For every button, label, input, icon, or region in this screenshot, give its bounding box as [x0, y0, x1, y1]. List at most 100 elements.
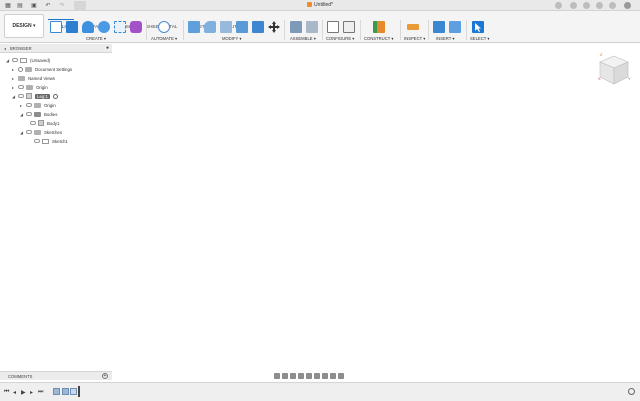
go-to-start-icon[interactable]: ⏮	[4, 389, 9, 396]
inspect-menu[interactable]: INSPECT ▾	[404, 36, 425, 41]
loft-icon[interactable]	[114, 21, 126, 33]
parameters-icon[interactable]	[327, 21, 339, 33]
extrude-icon[interactable]	[66, 21, 78, 33]
body-notch-top[interactable]	[178, 285, 193, 297]
tree-item-leg-component[interactable]: ◢ Leg:1	[12, 92, 58, 100]
measure-icon[interactable]	[407, 24, 419, 30]
timeline-component-feature[interactable]	[70, 388, 77, 395]
move-icon[interactable]	[268, 21, 280, 33]
configure-menu[interactable]: CONFIGURE ▾	[326, 36, 354, 41]
body-front-edge[interactable]	[178, 342, 186, 371]
sweep-icon[interactable]	[98, 21, 110, 33]
expand-triangle-icon[interactable]: ▸	[12, 67, 16, 72]
tree-item-label: Origin	[36, 84, 48, 90]
activate-component-radio[interactable]	[53, 93, 58, 99]
tree-item-named-views[interactable]: ▸ Named Views	[12, 74, 55, 82]
create-menu[interactable]: CREATE ▾	[86, 36, 106, 41]
collapse-browser-icon[interactable]: ◂	[4, 46, 8, 51]
tree-item-root[interactable]: ◢ (Unsaved)	[6, 56, 50, 64]
expand-triangle-icon[interactable]: ▸	[12, 76, 16, 81]
fillet-icon[interactable]	[204, 21, 216, 33]
account-avatar[interactable]	[624, 2, 631, 9]
collapse-triangle-icon[interactable]: ◢	[20, 112, 24, 117]
extensions-icon[interactable]	[570, 2, 577, 9]
new-component-icon[interactable]	[50, 21, 62, 33]
insert-image-icon[interactable]	[449, 21, 461, 33]
joint-icon[interactable]	[290, 21, 302, 33]
shell-icon[interactable]	[236, 21, 248, 33]
tree-item-sketches[interactable]: ◢ Sketches	[20, 128, 62, 136]
collapse-triangle-icon[interactable]: ◢	[20, 130, 24, 135]
separator	[360, 20, 361, 40]
tree-item-origin[interactable]: ▸ Origin	[12, 83, 48, 91]
insert-derive-icon[interactable]	[433, 21, 445, 33]
zoom-icon[interactable]	[298, 372, 304, 379]
body-notch-edge[interactable]	[178, 292, 186, 344]
step-forward-icon[interactable]: ▸	[30, 389, 33, 396]
fit-icon[interactable]	[306, 372, 312, 379]
offset-plane-icon[interactable]	[373, 21, 385, 33]
view-cube-icon[interactable]	[598, 52, 630, 86]
look-at-icon[interactable]	[282, 372, 288, 379]
chamfer-icon[interactable]	[220, 21, 232, 33]
step-back-icon[interactable]: ◂	[13, 389, 16, 396]
grid-settings-icon[interactable]	[322, 372, 328, 379]
pan-icon[interactable]	[290, 372, 296, 379]
timeline-marker[interactable]	[78, 386, 80, 397]
form-icon[interactable]	[130, 21, 142, 33]
select-menu[interactable]: SELECT ▾	[470, 36, 489, 41]
view-cube[interactable]	[598, 52, 630, 86]
select-icon[interactable]	[472, 21, 484, 33]
environment-icon[interactable]	[338, 372, 344, 379]
visibility-eye-icon[interactable]	[26, 103, 32, 107]
visibility-eye-icon[interactable]	[34, 139, 40, 143]
visibility-eye-icon[interactable]	[26, 112, 32, 116]
tree-item-document-settings[interactable]: ▸ Document Settings	[12, 65, 72, 73]
orbit-icon[interactable]	[274, 372, 280, 379]
visibility-eye-icon[interactable]	[12, 58, 18, 62]
expand-triangle-icon[interactable]: ▸	[20, 103, 24, 108]
insert-menu[interactable]: INSERT ▾	[436, 36, 454, 41]
visibility-eye-icon[interactable]	[26, 130, 32, 134]
display-settings-icon[interactable]	[314, 372, 320, 379]
visibility-eye-icon[interactable]	[18, 94, 24, 98]
revolve-icon[interactable]	[82, 21, 94, 33]
modify-menu[interactable]: MODIFY ▾	[222, 36, 241, 41]
tree-item-sketch1[interactable]: Sketch1	[34, 137, 68, 145]
tree-item-leg-origin[interactable]: ▸ Origin	[20, 101, 56, 109]
automate-icon[interactable]	[158, 21, 170, 33]
visibility-eye-icon[interactable]	[30, 121, 36, 125]
help-icon[interactable]	[609, 2, 616, 9]
as-built-joint-icon[interactable]	[306, 21, 318, 33]
construct-menu[interactable]: CONSTRUCT ▾	[364, 36, 393, 41]
collapse-triangle-icon[interactable]: ◢	[12, 94, 16, 99]
browser-pin-icon[interactable]: ●	[106, 45, 109, 51]
design-workspace-button[interactable]: DESIGN ▾	[4, 14, 44, 38]
timeline-sketch-feature[interactable]	[53, 388, 60, 395]
visibility-eye-icon[interactable]	[18, 85, 24, 89]
body-back-edge[interactable]	[424, 68, 432, 226]
notifications-icon[interactable]	[596, 2, 603, 9]
play-icon[interactable]: ▶	[21, 389, 26, 396]
combine-icon[interactable]	[252, 21, 264, 33]
tree-item-body1[interactable]: Body1	[30, 119, 59, 127]
press-pull-icon[interactable]	[188, 21, 200, 33]
add-comment-icon[interactable]: +	[102, 373, 108, 379]
body-top-edge[interactable]	[210, 68, 432, 303]
expand-triangle-icon[interactable]: ▸	[12, 85, 16, 90]
comments-panel[interactable]: COMMENTS +	[0, 371, 112, 380]
viewports-icon[interactable]	[330, 372, 336, 379]
automate-menu[interactable]: AUTOMATE ▾	[151, 36, 177, 41]
configure-table-icon[interactable]	[343, 21, 355, 33]
new-tab-icon[interactable]	[555, 2, 562, 9]
body1-face[interactable]	[185, 67, 433, 370]
job-status-icon[interactable]	[583, 2, 590, 9]
timeline-extrude-feature[interactable]	[62, 388, 69, 395]
browser-header[interactable]: ◂ BROWSER ●	[0, 44, 112, 53]
browser-title: BROWSER	[10, 45, 32, 51]
collapse-triangle-icon[interactable]: ◢	[6, 58, 10, 63]
timeline-settings-gear-icon[interactable]	[628, 388, 635, 395]
assemble-menu[interactable]: ASSEMBLE ▾	[290, 36, 316, 41]
go-to-end-icon[interactable]: ⏭	[38, 389, 43, 396]
tree-item-bodies[interactable]: ◢ Bodies	[20, 110, 57, 118]
